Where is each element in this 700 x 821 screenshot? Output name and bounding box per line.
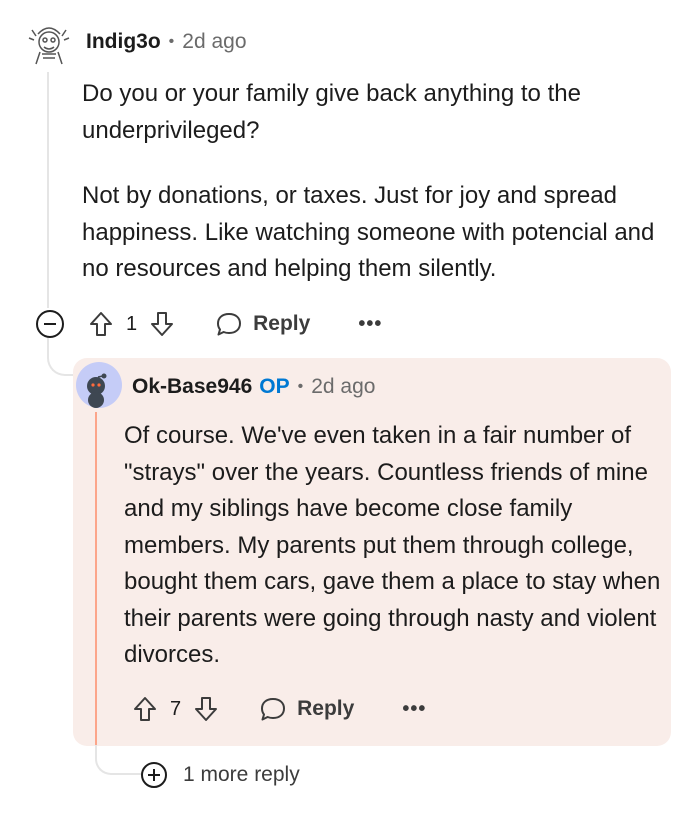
downvote-icon[interactable] [149, 310, 175, 338]
timestamp[interactable]: 2d ago [311, 375, 375, 399]
plus-circle-icon [141, 762, 167, 788]
more-replies-button[interactable]: 1 more reply [141, 762, 300, 788]
upvote-icon[interactable] [132, 695, 158, 723]
more-replies-label: 1 more reply [183, 763, 300, 786]
thread-connector [95, 745, 141, 775]
comment-actions: 1 Reply ••• [36, 306, 382, 342]
reply-label: Reply [253, 312, 311, 335]
avatar[interactable] [28, 20, 70, 66]
comment-bubble-icon [217, 313, 242, 336]
comment-bubble-icon [261, 698, 286, 721]
reply-button[interactable]: Reply [215, 310, 310, 338]
author-name[interactable]: Ok-Base946 [132, 375, 252, 399]
vote-controls: 7 [132, 695, 219, 723]
reddit-snoo-avatar-icon [76, 362, 122, 408]
thread-line[interactable] [47, 72, 49, 308]
downvote-icon[interactable] [193, 695, 219, 723]
timestamp[interactable]: 2d ago [182, 30, 246, 54]
comment-paragraph: Do you or your family give back anything… [82, 80, 581, 144]
separator-dot: • [168, 33, 175, 50]
vote-count: 7 [170, 697, 182, 720]
comment-body: Do you or your family give back anything… [82, 76, 682, 317]
reply-body: Of course. We've even taken in a fair nu… [124, 422, 661, 668]
collapse-thread-button[interactable] [36, 310, 64, 338]
comment-paragraph: Not by donations, or taxes. Just for joy… [82, 182, 655, 282]
thread-line[interactable] [95, 412, 97, 746]
reply-actions: 7 Reply ••• [132, 691, 426, 727]
author-name[interactable]: Indig3o [86, 30, 161, 54]
vote-controls: 1 [88, 310, 175, 338]
vote-count: 1 [126, 312, 138, 335]
more-options-button[interactable]: ••• [402, 698, 426, 721]
reply-label: Reply [297, 697, 355, 720]
sketch-avatar-icon [28, 27, 70, 65]
comment-meta: Indig3o • 2d ago [86, 30, 247, 54]
upvote-icon[interactable] [88, 310, 114, 338]
reply-button[interactable]: Reply [259, 695, 354, 723]
op-badge: OP [259, 375, 290, 398]
reply-meta: Ok-Base946 OP • 2d ago [132, 375, 375, 399]
separator-dot: • [297, 378, 304, 395]
avatar[interactable] [76, 362, 122, 408]
more-options-button[interactable]: ••• [358, 313, 382, 336]
